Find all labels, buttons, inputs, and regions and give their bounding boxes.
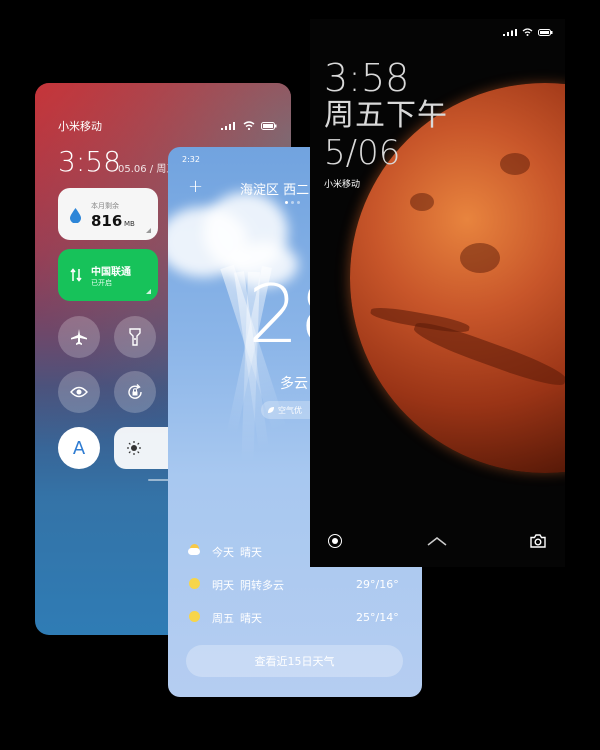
smart-home-button[interactable] [328,534,342,548]
lock-status-icons [503,28,553,36]
status-icons [221,121,277,130]
lock-carrier: 小米移动 [324,180,361,190]
sunny-icon [189,578,200,589]
fifteen-day-forecast-button[interactable]: 查看近15日天气 [186,645,403,677]
weather-status-time: 2:32 [182,155,200,164]
sun-icon [127,441,141,455]
weather-condition: 多云 [280,376,308,392]
airplane-mode-toggle[interactable] [58,316,100,358]
page-dots [285,201,300,204]
flashlight-icon [129,328,141,346]
data-arrows-icon [70,268,82,282]
forecast-day: 今天 [212,546,234,559]
carrier-name: 中国联通 [91,267,131,278]
partly-cloudy-icon [188,544,200,556]
signal-icon [221,121,235,130]
rotation-lock-icon [128,384,142,399]
lock-weekday: 周五下午 [324,98,448,133]
data-usage-unit: MB [124,220,135,228]
eye-icon [70,386,88,398]
forecast-desc: 阴转多云 [240,579,284,592]
expand-corner-icon [146,228,151,233]
crater [410,193,434,211]
forecast-day: 周五 [212,612,234,625]
forecast-day: 明天 [212,579,234,592]
add-city-button[interactable]: + [188,176,203,197]
carrier-label: 小米移动 [58,120,102,133]
data-usage-label: 本月剩余 [91,202,119,210]
forecast-desc: 晴天 [240,612,262,625]
airplane-icon [71,329,87,345]
aqi-label: 空气优 [278,405,302,415]
data-usage-value: 816 [91,212,123,230]
lock-date: 5/06 [324,133,401,173]
data-usage-tile[interactable]: 本月剩余 816 MB [58,188,158,240]
dot-icon [332,538,338,544]
wifi-icon [243,121,255,130]
sunny-icon [189,611,200,622]
forecast-desc: 晴天 [240,546,262,559]
lock-time: 3:58 [324,56,410,100]
location-title: 海淀区 西二 [240,183,310,198]
crater [500,153,530,175]
auto-brightness-button[interactable]: A [58,427,100,469]
mobile-data-tile[interactable]: 中国联通 已开启 [58,249,158,301]
reading-mode-toggle[interactable] [58,371,100,413]
camera-icon[interactable] [530,534,546,548]
forecast-temp: 25°/14° [356,611,399,624]
forecast-temp: 29°/16° [356,578,399,591]
expand-corner-icon [146,289,151,294]
battery-icon [261,121,277,130]
leaf-icon [268,407,274,413]
mobile-status: 已开启 [91,279,112,287]
flashlight-toggle[interactable] [114,316,156,358]
water-drop-icon [70,208,81,223]
cc-time: 3:58 [58,145,121,178]
rotation-lock-toggle[interactable] [114,371,156,413]
swipe-up-chevron-icon[interactable] [427,536,447,546]
lock-screen: 3:58 周五下午 5/06 小米移动 [310,19,565,567]
battery-icon [538,28,553,36]
signal-icon [503,28,517,36]
crater [460,243,500,273]
wifi-icon [522,28,533,36]
